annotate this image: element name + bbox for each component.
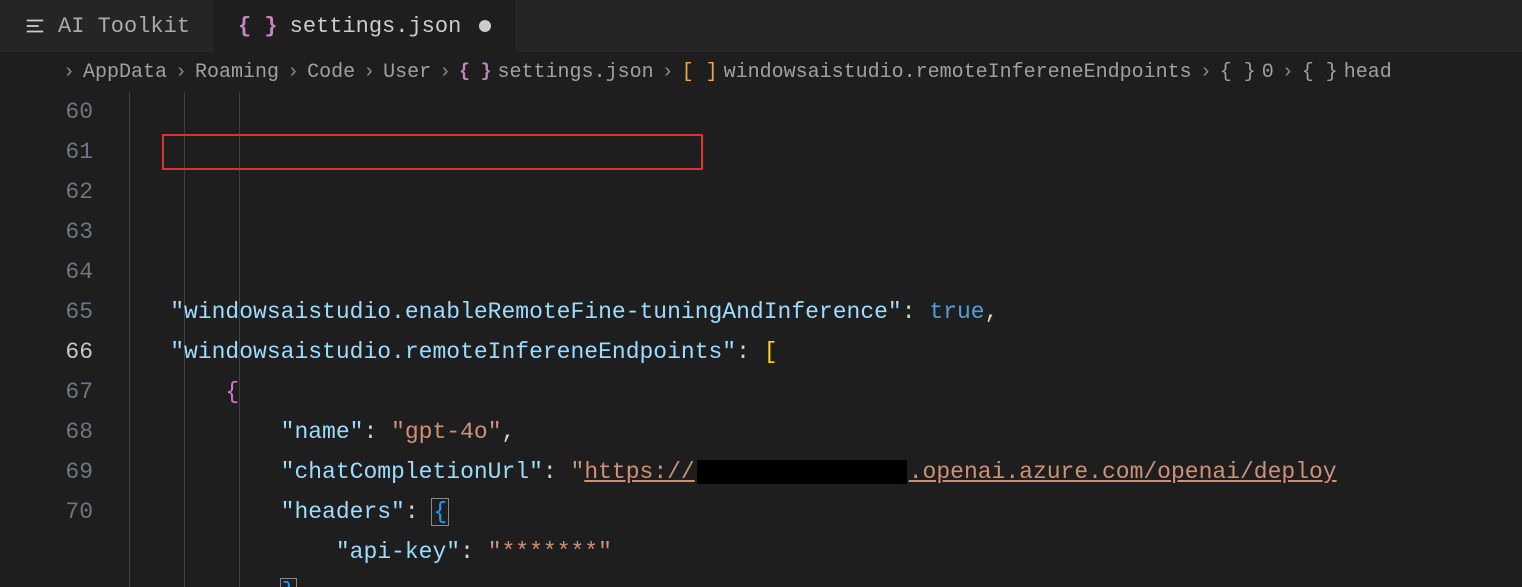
breadcrumb-segment[interactable]: Roaming [195, 61, 279, 84]
highlight-box [162, 134, 703, 170]
chevron-right-icon: › [1282, 61, 1294, 84]
line-number: 60 [0, 92, 93, 132]
chevron-right-icon: › [363, 61, 375, 84]
line-number: 63 [0, 212, 93, 252]
unsaved-indicator-icon [479, 20, 491, 32]
breadcrumb-segment[interactable]: AppData [83, 61, 167, 84]
chevron-right-icon: › [1200, 61, 1212, 84]
line-number: 64 [0, 252, 93, 292]
array-icon: [ ] [682, 61, 718, 84]
tab-bar: AI Toolkit { } settings.json [0, 0, 1522, 52]
code-line[interactable]: "api-key": "*******" [115, 532, 1522, 572]
chevron-right-icon: › [662, 61, 674, 84]
line-number: 62 [0, 172, 93, 212]
code-line[interactable]: "headers": { [115, 492, 1522, 532]
object-icon: { } [1220, 61, 1256, 84]
line-number: 70 [0, 492, 93, 532]
line-number: 65 [0, 292, 93, 332]
code-content[interactable]: "windowsaistudio.enableRemoteFine-tuning… [115, 92, 1522, 587]
tab-label: settings.json [290, 14, 462, 39]
chevron-right-icon: › [439, 61, 451, 84]
line-number: 67 [0, 372, 93, 412]
breadcrumb-segment[interactable]: Code [307, 61, 355, 84]
menu-icon [24, 15, 46, 37]
code-line[interactable]: { [115, 372, 1522, 412]
tab-settings-json[interactable]: { } settings.json [214, 0, 515, 52]
code-line[interactable]: "chatCompletionUrl": "https://.openai.az… [115, 452, 1522, 492]
line-number: 69 [0, 452, 93, 492]
breadcrumb[interactable]: › AppData › Roaming › Code › User › { }s… [0, 52, 1522, 92]
line-number: 68 [0, 412, 93, 452]
code-line[interactable]: "name": "gpt-4o", [115, 412, 1522, 452]
breadcrumb-segment[interactable]: User [383, 61, 431, 84]
chevron-right-icon: › [63, 61, 75, 84]
breadcrumb-segment[interactable]: { }0 [1220, 61, 1274, 84]
tab-label: AI Toolkit [58, 14, 190, 39]
redacted-text [697, 460, 907, 484]
code-line[interactable]: "windowsaistudio.remoteInfereneEndpoints… [115, 332, 1522, 372]
tab-ai-toolkit[interactable]: AI Toolkit [0, 0, 214, 52]
breadcrumb-segment[interactable]: { }settings.json [459, 61, 653, 84]
code-line[interactable]: "windowsaistudio.enableRemoteFine-tuning… [115, 292, 1522, 332]
breadcrumb-segment[interactable]: { }head [1302, 61, 1392, 84]
chevron-right-icon: › [287, 61, 299, 84]
line-number-gutter: 6061626364656667686970 [0, 92, 115, 587]
line-number: 61 [0, 132, 93, 172]
breadcrumb-segment[interactable]: [ ]windowsaistudio.remoteInfereneEndpoin… [682, 61, 1192, 84]
code-line[interactable]: } [115, 572, 1522, 587]
braces-icon: { } [238, 14, 278, 39]
object-icon: { } [1302, 61, 1338, 84]
braces-icon: { } [459, 62, 491, 82]
code-editor[interactable]: 6061626364656667686970 "windowsaistudio.… [0, 92, 1522, 587]
line-number: 66 [0, 332, 93, 372]
chevron-right-icon: › [175, 61, 187, 84]
